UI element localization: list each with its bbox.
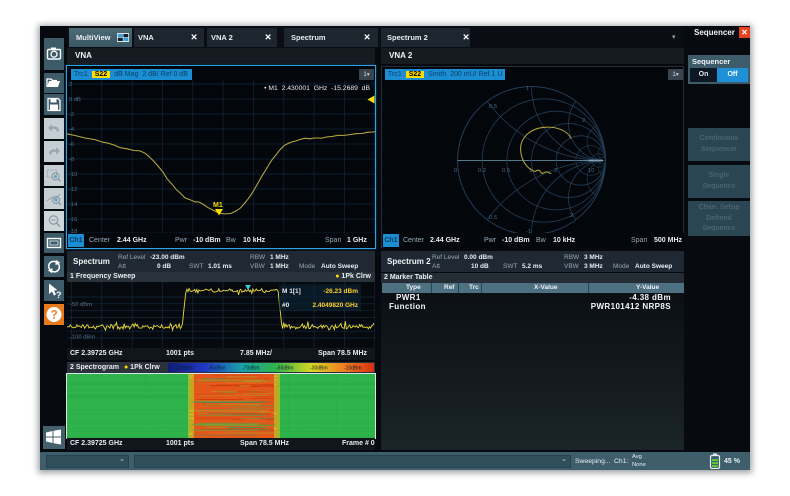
svg-text:2: 2 — [570, 213, 573, 219]
svg-text:-50 dBm: -50 dBm — [70, 302, 92, 308]
svg-text:0.2: 0.2 — [478, 168, 486, 174]
svg-text:-50dBm: -50dBm — [276, 366, 294, 372]
svg-text:-100 dBm: -100 dBm — [70, 335, 95, 341]
svg-text:2: 2 — [582, 118, 585, 124]
svg-text:-110dBm: -110dBm — [174, 366, 194, 372]
svg-text:-30dBm: -30dBm — [310, 366, 328, 372]
svg-text:-2: -2 — [69, 112, 74, 118]
svg-text:M1: M1 — [213, 202, 223, 209]
svg-text:0.5: 0.5 — [502, 168, 510, 174]
svg-text:2: 2 — [554, 168, 557, 174]
svg-text:-70dBm: -70dBm — [242, 366, 260, 372]
svg-text:• M1 2.430001 GHz -15.2689: • M1 2.430001 GHz -15.2689 dB — [264, 85, 370, 92]
svg-text:-4: -4 — [69, 127, 75, 133]
svg-text:-14: -14 — [69, 202, 78, 208]
svg-text:-10: -10 — [69, 172, 77, 178]
svg-text:-10dBm: -10dBm — [344, 366, 362, 372]
svg-text:-90dBm: -90dBm — [208, 366, 226, 372]
svg-text:10: 10 — [588, 168, 594, 174]
svg-text:2: 2 — [69, 82, 72, 88]
svg-text:-12: -12 — [69, 187, 77, 193]
svg-text:-8: -8 — [69, 157, 74, 163]
svg-text:-6: -6 — [69, 142, 74, 148]
svg-text:?: ? — [51, 310, 58, 322]
svg-text:M 1[1]: M 1[1] — [282, 288, 301, 295]
svg-text:0: 0 — [454, 168, 457, 174]
svg-text:0.5: 0.5 — [489, 104, 497, 110]
svg-text:#0: #0 — [282, 302, 290, 309]
svg-text:-26.23 dBm: -26.23 dBm — [323, 288, 358, 295]
svg-text:0.5: 0.5 — [489, 215, 497, 221]
svg-text:?: ? — [56, 290, 62, 300]
svg-text:2.4049820 GHz: 2.4049820 GHz — [312, 302, 358, 309]
svg-text:-16: -16 — [69, 217, 77, 223]
svg-text:0 dB: 0 dB — [69, 97, 81, 103]
svg-text:1: 1 — [526, 86, 529, 92]
